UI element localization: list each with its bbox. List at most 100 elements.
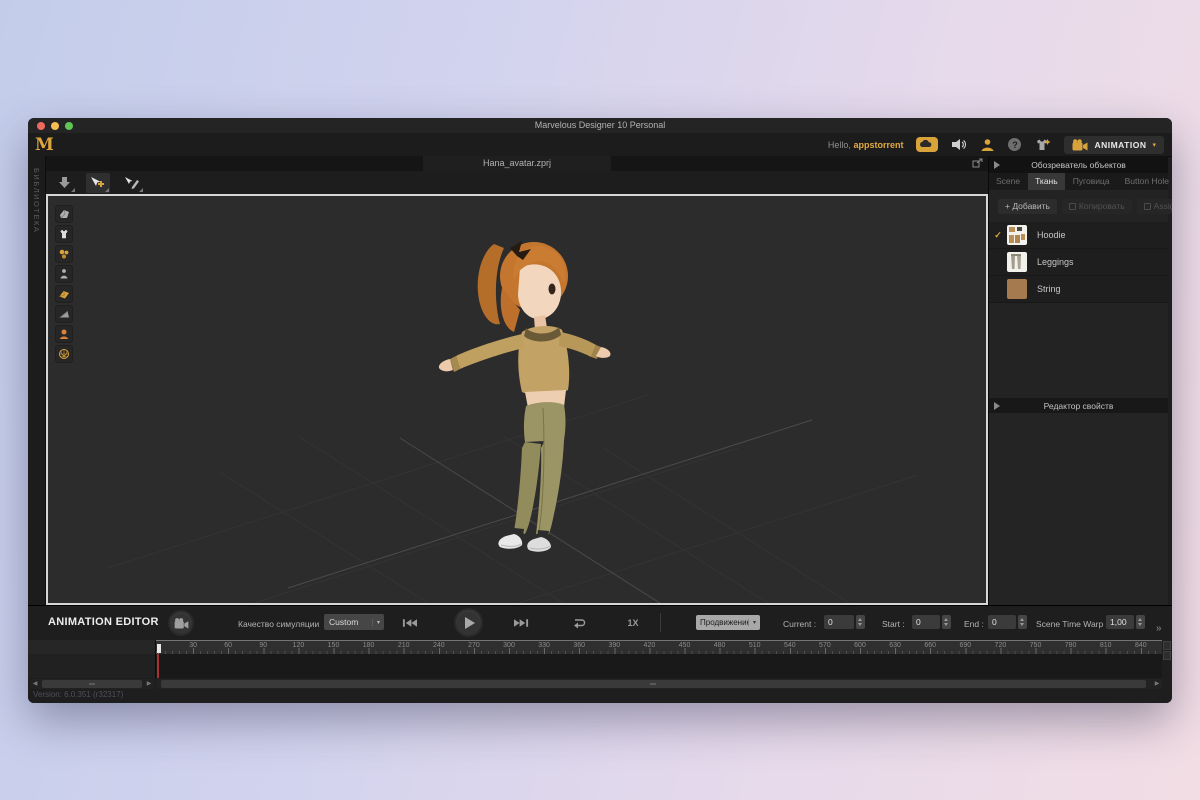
playhead-marker[interactable] [157, 644, 161, 653]
tab-buttonhole[interactable]: Button Hole [1118, 173, 1172, 190]
timeline-tick-label: 210 [398, 642, 410, 649]
folded-fabric-icon [58, 288, 70, 300]
timeline-ruler[interactable]: 3060901201501802102402703003303603904204… [156, 640, 1162, 654]
add-fabric-button[interactable]: + Добавить [998, 199, 1057, 214]
tab-fabric[interactable]: Ткань [1028, 173, 1065, 190]
tshirt-icon [58, 228, 70, 240]
fabric-list-item[interactable]: ✓ Hoodie [989, 222, 1168, 249]
app-window: Marvelous Designer 10 Personal M Hello, … [28, 118, 1172, 703]
go-to-end-button[interactable] [510, 615, 532, 631]
simulation-quality-value: Custom [324, 617, 358, 627]
scene-time-warp-input[interactable]: 1,00 [1106, 615, 1134, 629]
speaker-icon [951, 138, 967, 151]
fabric-wedge-button[interactable] [55, 305, 73, 323]
sound-button[interactable] [951, 138, 967, 151]
fabric-name: Hoodie [1037, 230, 1066, 240]
show-pins-button[interactable] [55, 265, 73, 283]
fabric-list-item[interactable]: ✓ Leggings [989, 249, 1168, 276]
scene-canvas[interactable] [48, 196, 986, 603]
timeline-tick-label: 570 [819, 642, 831, 649]
down-arrow-icon [58, 176, 71, 189]
current-frame-label: Current : [783, 619, 816, 629]
show-avatar-button[interactable] [55, 325, 73, 343]
skip-to-end-icon [514, 618, 529, 628]
show-garment-button[interactable] [55, 225, 73, 243]
show-cloth-button[interactable] [55, 205, 73, 223]
gizmo-dropdown-button[interactable] [52, 173, 76, 193]
timeline-tick-label: 270 [468, 642, 480, 649]
end-frame-stepper[interactable] [1018, 615, 1027, 629]
globe-mesh-icon [58, 348, 70, 360]
fold-fabric-button[interactable] [55, 285, 73, 303]
property-editor-title: Редактор свойств [1044, 401, 1114, 411]
avatar-character[interactable] [439, 241, 611, 552]
assign-fabric-button[interactable]: Assign [1137, 199, 1172, 214]
timeline-track-area[interactable] [156, 654, 1162, 678]
copy-fabric-button[interactable]: Копировать [1062, 199, 1132, 214]
topbar-right-cluster: Hello, appstorrent ? ANIMATION ▾ [828, 136, 1172, 154]
fabric-thumbnail [1007, 279, 1027, 299]
advance-mode-dropdown[interactable]: Продвижение к ▾ [696, 615, 760, 630]
wireframe-globe-button[interactable] [55, 345, 73, 363]
simulation-quality-dropdown[interactable]: Custom ▾ [324, 614, 384, 630]
detach-view-button[interactable] [972, 158, 983, 168]
current-frame-stepper[interactable] [856, 615, 865, 629]
expand-controls-icon[interactable]: » [1156, 623, 1162, 634]
cloud-icon [916, 137, 938, 152]
start-frame-stepper[interactable] [942, 615, 951, 629]
3d-viewport[interactable] [46, 194, 988, 605]
start-frame-input[interactable]: 0 [912, 615, 940, 629]
timeline-scroll-up-button[interactable] [1163, 641, 1171, 650]
collapse-panel-icon[interactable] [994, 402, 1000, 410]
greeting-text: Hello, appstorrent [828, 140, 904, 150]
start-frame-label: Start : [882, 619, 905, 629]
timeline-tick-label: 540 [784, 642, 796, 649]
end-frame-input[interactable]: 0 [988, 615, 1016, 629]
scrollbar-left-icon[interactable]: ◀ [30, 679, 40, 689]
go-to-start-button[interactable] [398, 615, 420, 631]
current-frame-input[interactable]: 0 [824, 615, 854, 629]
scrollbar-right-icon[interactable]: ▶ [1152, 679, 1162, 689]
play-icon [465, 617, 475, 629]
cloud-sync-button[interactable] [916, 137, 938, 152]
timeline-scroll-down-button[interactable] [1163, 651, 1171, 660]
tab-button[interactable]: Пуговица [1066, 173, 1117, 190]
account-button[interactable] [980, 138, 995, 152]
animation-mode-label: ANIMATION [1094, 140, 1146, 150]
scene-time-warp-label: Scene Time Warp [1036, 619, 1103, 629]
collapse-panel-icon[interactable] [994, 161, 1000, 169]
timeline-scrollbar[interactable]: ▶ [156, 679, 1162, 689]
show-seams-button[interactable] [55, 245, 73, 263]
scrollbar-right-icon[interactable]: ▶ [144, 679, 154, 689]
track-header-area [28, 640, 156, 654]
timeline-tick-label: 660 [924, 642, 936, 649]
playhead-line[interactable] [157, 654, 159, 678]
playback-speed-button[interactable]: 1X [622, 615, 644, 631]
move-tool-button[interactable] [86, 173, 110, 193]
help-button[interactable]: ? [1008, 138, 1021, 151]
greeting-prefix: Hello, [828, 140, 851, 150]
property-editor-header: Редактор свойств [989, 398, 1168, 413]
record-button[interactable] [168, 610, 194, 636]
person-icon [980, 138, 995, 152]
library-sidebar[interactable]: БИБЛИОТЕКА [28, 156, 46, 605]
end-frame-label: End : [964, 619, 984, 629]
new-cloth-button[interactable] [1034, 138, 1051, 152]
animation-mode-button[interactable]: ANIMATION ▾ [1064, 136, 1164, 154]
track-list-scrollbar[interactable]: ◀ ▶ [30, 679, 154, 689]
scene-time-warp-stepper[interactable] [1136, 615, 1145, 629]
fabric-thumbnail [1007, 225, 1027, 245]
loop-button[interactable] [568, 615, 590, 631]
move-cursor-icon [90, 176, 106, 190]
play-button[interactable] [454, 608, 483, 637]
tab-scene[interactable]: Scene [989, 173, 1027, 190]
fabric-list-item[interactable]: ✓ String [989, 276, 1168, 303]
assign-icon [1144, 203, 1151, 210]
pen-tool-button[interactable] [120, 173, 144, 193]
document-tab[interactable]: Hana_avatar.zprj [423, 156, 611, 171]
timeline-tick-label: 750 [1030, 642, 1042, 649]
library-sidebar-label: БИБЛИОТЕКА [32, 168, 41, 233]
timeline-tick-label: 510 [749, 642, 761, 649]
fabric-thumbnail [1007, 252, 1027, 272]
shirt-sparkle-icon [1034, 138, 1051, 152]
